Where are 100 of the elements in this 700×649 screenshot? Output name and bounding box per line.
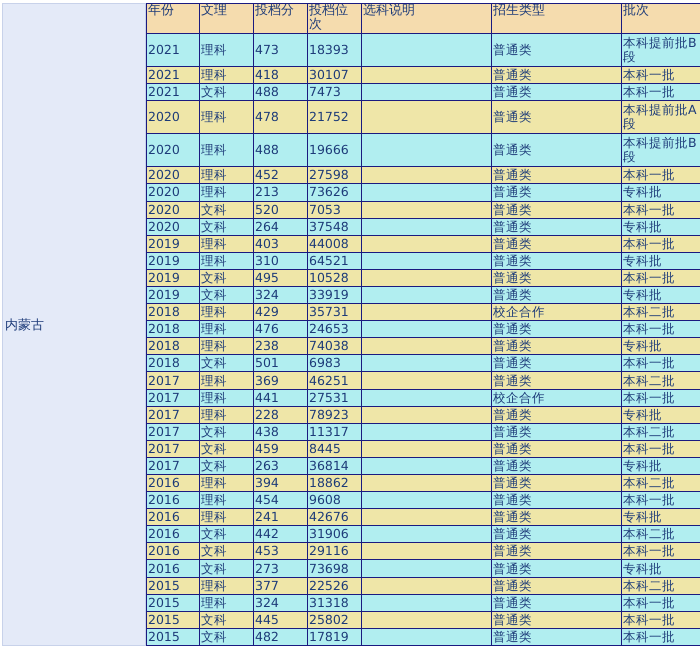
column-header: 招生类型: [492, 4, 622, 34]
rank-cell: 33919: [308, 286, 362, 304]
column-header: 年份: [146, 4, 200, 34]
track-cell: 理科: [200, 235, 254, 252]
type-cell: 普通类: [492, 100, 622, 134]
type-cell: 普通类: [492, 218, 622, 236]
batch-cell: 本科一批: [622, 611, 700, 628]
type-cell: 普通类: [492, 338, 622, 355]
track-cell: 文科: [200, 560, 254, 578]
rank-cell: 7053: [308, 201, 362, 218]
year-cell: 2015: [146, 628, 200, 646]
batch-cell: 专科批: [622, 338, 700, 355]
track-cell: 理科: [200, 372, 254, 390]
rank-cell: 17819: [308, 628, 362, 646]
batch-cell: 本科提前批B段: [622, 134, 700, 167]
type-cell: 普通类: [492, 611, 622, 628]
rank-cell: 46251: [308, 372, 362, 390]
track-cell: 理科: [200, 577, 254, 594]
year-cell: 2021: [146, 34, 200, 67]
batch-cell: 本科一批: [622, 354, 700, 372]
score-cell: 213: [254, 184, 308, 202]
track-cell: 理科: [200, 389, 254, 406]
track-cell: 文科: [200, 423, 254, 440]
column-header: 选科说明: [362, 4, 492, 34]
year-cell: 2019: [146, 269, 200, 286]
score-cell: 488: [254, 84, 308, 101]
rank-cell: 73698: [308, 560, 362, 578]
type-cell: 普通类: [492, 34, 622, 67]
batch-cell: 本科一批: [622, 84, 700, 101]
year-cell: 2016: [146, 508, 200, 526]
track-cell: 文科: [200, 84, 254, 101]
rank-cell: 64521: [308, 252, 362, 270]
batch-cell: 专科批: [622, 184, 700, 202]
rank-cell: 74038: [308, 338, 362, 355]
rank-cell: 36814: [308, 457, 362, 475]
batch-cell: 专科批: [622, 457, 700, 475]
year-cell: 2020: [146, 201, 200, 218]
score-cell: 273: [254, 560, 308, 578]
rank-cell: 22526: [308, 577, 362, 594]
rank-cell: 78923: [308, 406, 362, 424]
track-cell: 文科: [200, 457, 254, 475]
type-cell: 普通类: [492, 542, 622, 560]
score-cell: 459: [254, 440, 308, 458]
type-cell: 普通类: [492, 134, 622, 167]
track-cell: 理科: [200, 304, 254, 321]
year-cell: 2017: [146, 423, 200, 440]
type-cell: 普通类: [492, 628, 622, 646]
column-header: 投档分: [254, 4, 308, 34]
rank-cell: 19666: [308, 134, 362, 167]
type-cell: 普通类: [492, 406, 622, 424]
score-cell: 324: [254, 286, 308, 304]
score-cell: 324: [254, 594, 308, 612]
type-cell: 普通类: [492, 372, 622, 390]
type-cell: 普通类: [492, 320, 622, 338]
type-cell: 普通类: [492, 201, 622, 218]
province-name: 内蒙古: [4, 316, 44, 334]
track-cell: 理科: [200, 406, 254, 424]
batch-cell: 本科提前批A段: [622, 100, 700, 134]
batch-cell: 专科批: [622, 252, 700, 270]
track-cell: 文科: [200, 269, 254, 286]
score-cell: 238: [254, 338, 308, 355]
score-cell: 452: [254, 166, 308, 184]
year-cell: 2019: [146, 286, 200, 304]
year-cell: 2018: [146, 354, 200, 372]
type-cell: 普通类: [492, 252, 622, 270]
rank-cell: 30107: [308, 66, 362, 84]
year-cell: 2015: [146, 577, 200, 594]
type-cell: 普通类: [492, 577, 622, 594]
batch-cell: 专科批: [622, 286, 700, 304]
type-cell: 普通类: [492, 457, 622, 475]
year-cell: 2017: [146, 372, 200, 390]
year-cell: 2019: [146, 252, 200, 270]
track-cell: 理科: [200, 134, 254, 167]
score-cell: 454: [254, 492, 308, 509]
rank-cell: 31318: [308, 594, 362, 612]
score-cell: 310: [254, 252, 308, 270]
batch-cell: 专科批: [622, 218, 700, 236]
rank-cell: 42676: [308, 508, 362, 526]
track-cell: 理科: [200, 184, 254, 202]
year-cell: 2018: [146, 338, 200, 355]
batch-cell: 本科一批: [622, 389, 700, 406]
rank-cell: 35731: [308, 304, 362, 321]
rank-cell: 7473: [308, 84, 362, 101]
column-header: 文理: [200, 4, 254, 34]
track-cell: 理科: [200, 252, 254, 270]
year-cell: 2018: [146, 320, 200, 338]
track-cell: 文科: [200, 628, 254, 646]
rank-cell: 24653: [308, 320, 362, 338]
batch-cell: 本科一批: [622, 440, 700, 458]
batch-cell: 本科提前批B段: [622, 34, 700, 67]
type-cell: 普通类: [492, 440, 622, 458]
track-cell: 文科: [200, 354, 254, 372]
column-header: 批次: [622, 4, 700, 34]
score-cell: 429: [254, 304, 308, 321]
batch-cell: 本科二批: [622, 304, 700, 321]
year-cell: 2020: [146, 100, 200, 134]
year-cell: 2020: [146, 218, 200, 236]
rank-cell: 27531: [308, 389, 362, 406]
score-cell: 478: [254, 100, 308, 134]
track-cell: 理科: [200, 492, 254, 509]
